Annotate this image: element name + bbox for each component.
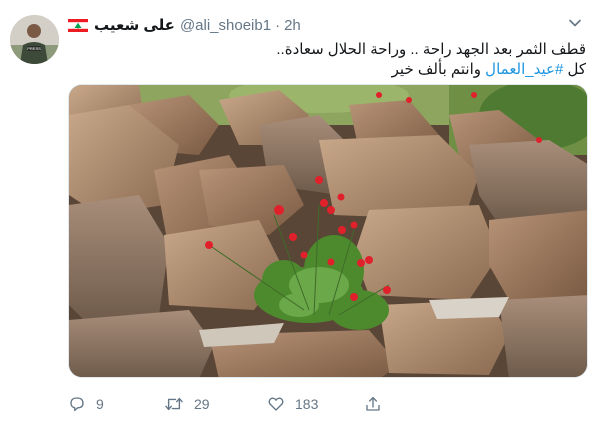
retweet-count: 29 <box>194 396 210 412</box>
avatar[interactable]: PRESS <box>10 15 59 64</box>
retweet-button[interactable]: 29 <box>164 395 210 413</box>
tweet-text-prefix: كل <box>563 61 586 78</box>
tweet-actions: 9 29 183 <box>68 393 448 415</box>
reply-button[interactable]: 9 <box>68 395 104 413</box>
like-icon <box>268 397 284 411</box>
separator-dot: · <box>275 16 281 34</box>
tweet-text-line-2: كل #عيد_العمال وانتم بألف خير <box>66 60 586 80</box>
chevron-down-icon[interactable] <box>566 14 584 32</box>
share-icon <box>366 396 380 411</box>
tweet-text: قطف الثمر بعد الجهد راحة .. وراحة الحلال… <box>66 40 586 80</box>
tweet-header: على شعيب @ali_shoeib1 · 2h <box>68 15 301 35</box>
like-button[interactable]: 183 <box>267 395 318 413</box>
retweet-icon <box>165 397 183 411</box>
reply-icon <box>70 397 84 412</box>
tweet-photo[interactable] <box>68 84 588 378</box>
tweet-timestamp[interactable]: 2h <box>284 17 301 34</box>
tweet-text-line-1: قطف الثمر بعد الجهد راحة .. وراحة الحلال… <box>276 41 586 58</box>
photo-rocks-poppies <box>69 85 587 377</box>
lebanon-flag-icon <box>68 18 88 32</box>
reply-count: 9 <box>96 396 104 412</box>
author-name[interactable]: على شعيب <box>94 16 175 34</box>
avatar-press-label: PRESS <box>27 46 41 51</box>
hashtag-link[interactable]: #عيد_العمال <box>485 61 563 78</box>
tweet-text-suffix: وانتم بألف خير <box>391 61 486 78</box>
tweet-card[interactable]: PRESS على شعيب @ali_shoeib1 · 2h قطف الث… <box>0 0 596 428</box>
share-button[interactable] <box>364 395 392 413</box>
author-handle[interactable]: @ali_shoeib1 <box>180 17 271 34</box>
like-count: 183 <box>295 396 319 412</box>
